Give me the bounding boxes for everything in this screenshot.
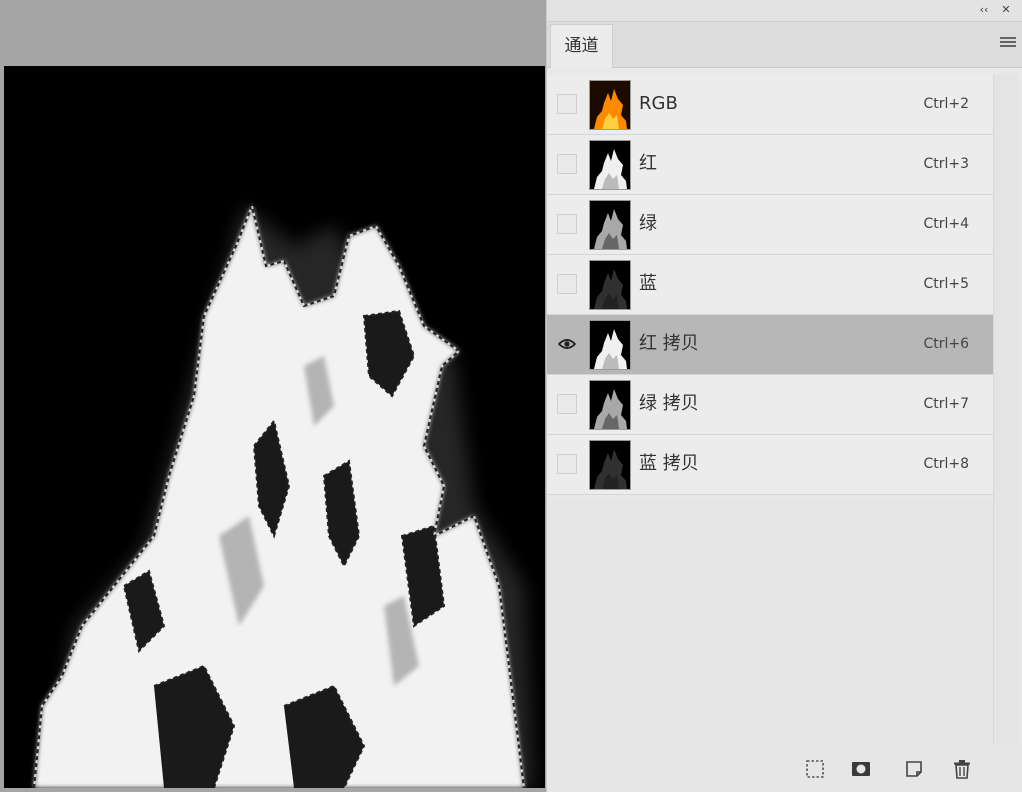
channel-list-empty-area [547, 500, 993, 745]
channel-row-7[interactable]: 蓝 拷贝 Ctrl+8 [547, 435, 993, 495]
tab-channels[interactable]: 通道 [550, 24, 613, 68]
channel-thumbnail [589, 380, 631, 430]
visibility-toggle[interactable] [557, 394, 577, 414]
collapse-panel-icon[interactable]: ‹‹ [976, 3, 992, 17]
channel-name: 红 [639, 153, 657, 174]
panel-footer [547, 746, 1022, 792]
channel-name: 绿 [639, 213, 657, 234]
channel-name: 蓝 拷贝 [639, 453, 699, 474]
visibility-toggle[interactable] [557, 454, 577, 474]
visibility-toggle[interactable] [557, 94, 577, 114]
channel-shortcut: Ctrl+8 [923, 456, 969, 472]
close-panel-icon[interactable]: ✕ [998, 3, 1014, 17]
channel-thumbnail [589, 80, 631, 130]
channel-thumbnail [589, 140, 631, 190]
visibility-toggle[interactable] [557, 154, 577, 174]
visibility-toggle[interactable] [557, 334, 577, 354]
eye-icon [558, 339, 576, 349]
channel-row-2[interactable]: 红 Ctrl+3 [547, 135, 993, 195]
channel-row-1[interactable]: RGB Ctrl+2 [547, 75, 993, 135]
flame-channel-image [4, 66, 545, 788]
channel-row-6[interactable]: 绿 拷贝 Ctrl+7 [547, 375, 993, 435]
channel-name: RGB [639, 93, 678, 114]
channel-shortcut: Ctrl+6 [923, 336, 969, 352]
photoshop-workspace: ‹‹ ✕ 通道 RGB Ctrl+2 红 Ctrl+3 绿 Ctrl+4 蓝 C… [0, 0, 1022, 792]
channel-list: RGB Ctrl+2 红 Ctrl+3 绿 Ctrl+4 蓝 Ctrl+5 红 … [547, 75, 993, 495]
document-canvas[interactable] [4, 66, 545, 788]
selection-from-channel-icon[interactable] [804, 758, 826, 780]
panel-tab-row: 通道 [547, 22, 1022, 68]
channel-row-3[interactable]: 绿 Ctrl+4 [547, 195, 993, 255]
channel-row-5[interactable]: 红 拷贝 Ctrl+6 [547, 315, 993, 375]
panel-title-bar: ‹‹ ✕ [547, 0, 1022, 22]
panel-menu-icon[interactable] [1000, 37, 1016, 51]
visibility-toggle[interactable] [557, 274, 577, 294]
channel-shortcut: Ctrl+7 [923, 396, 969, 412]
new-channel-icon[interactable] [903, 758, 925, 780]
visibility-toggle[interactable] [557, 214, 577, 234]
channel-thumbnail [589, 440, 631, 490]
delete-channel-icon[interactable] [951, 758, 973, 780]
document-area [0, 0, 546, 792]
channel-thumbnail [589, 200, 631, 250]
save-selection-icon[interactable] [850, 758, 872, 780]
channel-shortcut: Ctrl+3 [923, 156, 969, 172]
channel-list-scrollbar[interactable] [993, 75, 1018, 745]
channel-shortcut: Ctrl+5 [923, 276, 969, 292]
channel-name: 蓝 [639, 273, 657, 294]
channel-name: 红 拷贝 [639, 333, 699, 354]
channel-thumbnail [589, 320, 631, 370]
channel-row-4[interactable]: 蓝 Ctrl+5 [547, 255, 993, 315]
channel-name: 绿 拷贝 [639, 393, 699, 414]
channel-shortcut: Ctrl+4 [923, 216, 969, 232]
channel-thumbnail [589, 260, 631, 310]
channel-shortcut: Ctrl+2 [923, 96, 969, 112]
channels-panel: ‹‹ ✕ 通道 RGB Ctrl+2 红 Ctrl+3 绿 Ctrl+4 蓝 C… [546, 0, 1022, 792]
